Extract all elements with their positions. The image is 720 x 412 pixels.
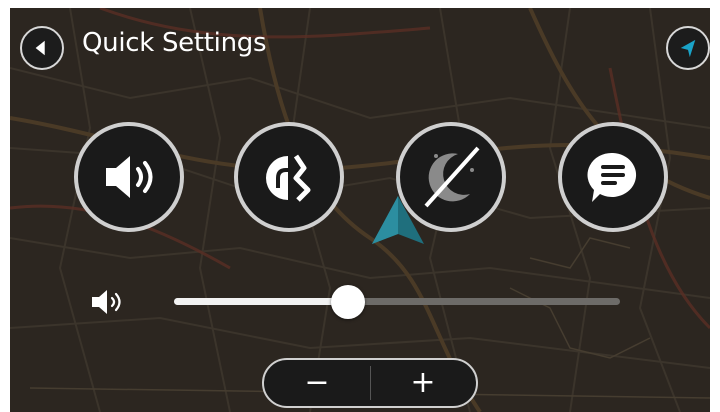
page-title: Quick Settings: [82, 28, 267, 58]
back-arrow-icon: [35, 40, 45, 56]
increase-button[interactable]: +: [370, 360, 476, 406]
current-position-marker: [372, 196, 424, 244]
volume-stepper: − +: [262, 358, 478, 408]
speech-bubble-icon: [587, 152, 637, 202]
volume-slider-fill: [174, 298, 348, 305]
back-button[interactable]: [20, 26, 64, 70]
sound-toggle-button[interactable]: [74, 122, 184, 232]
navigation-arrow-icon: [680, 39, 696, 58]
decrease-button[interactable]: −: [264, 360, 370, 406]
volume-slider-thumb[interactable]: [330, 285, 365, 319]
voice-instructions-button[interactable]: [558, 122, 668, 232]
current-location-button[interactable]: [666, 26, 710, 70]
route-change-icon: [266, 154, 311, 202]
map-screen: Quick Settings − +: [10, 8, 710, 412]
speaker-small-icon: [92, 290, 121, 314]
volume-slider[interactable]: [174, 285, 620, 319]
route-options-button[interactable]: [234, 122, 344, 232]
speaker-icon: [106, 156, 153, 198]
